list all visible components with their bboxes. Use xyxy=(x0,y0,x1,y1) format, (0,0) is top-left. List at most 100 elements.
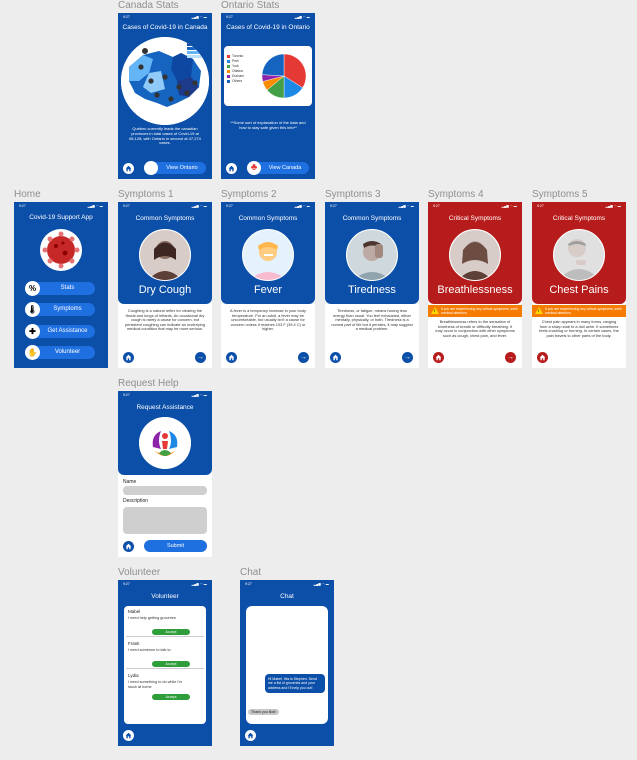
home-screen: 9:27 ▂▄▆ ◠ ▬ Covid-19 Support App % Stats… xyxy=(14,202,108,368)
accept-button[interactable]: Accept xyxy=(152,629,190,635)
home-icon xyxy=(125,732,132,739)
next-arrow-button[interactable]: → xyxy=(298,352,309,363)
symptom-description: A fever is a temporary increase in your … xyxy=(230,309,306,332)
symptom-category-title: Common Symptoms xyxy=(238,215,298,222)
symptoms3-label: Symptoms 3 xyxy=(325,189,381,200)
view-ontario-button[interactable]: View Ontario xyxy=(144,161,206,175)
home-icon xyxy=(435,354,442,361)
canada-map[interactable]: Canada xyxy=(121,37,209,125)
symptom-category-title: Critical Symptoms xyxy=(552,215,606,222)
home-icon xyxy=(125,165,132,172)
home-icon xyxy=(228,165,235,172)
volunteer-menu-button[interactable]: ✋ Volunteer xyxy=(25,345,95,360)
symptom-category-title: Common Symptoms xyxy=(135,215,195,222)
home-button[interactable] xyxy=(330,352,341,363)
accept-button[interactable]: Accept xyxy=(152,694,190,700)
critical-warning-banner: ! If you are experiencing any critical sy… xyxy=(428,305,522,317)
home-icon xyxy=(125,543,132,550)
percent-icon: % xyxy=(25,281,40,296)
request-title: Request Assistance xyxy=(136,404,194,411)
status-bar: 9:27 ▂▄▆ ◠ ▬ xyxy=(537,204,621,208)
next-arrow-button[interactable]: → xyxy=(505,352,516,363)
submit-button[interactable]: Submit xyxy=(144,540,207,552)
ontario-flag-icon xyxy=(144,161,158,175)
home-icon xyxy=(539,354,546,361)
symptom-title: Tiredness xyxy=(348,284,396,296)
home-button[interactable] xyxy=(433,352,444,363)
get-assistance-menu-button[interactable]: ✚ Get Assistance xyxy=(25,324,95,339)
home-button[interactable] xyxy=(537,352,548,363)
ontario-stats-label: Ontario Stats xyxy=(221,0,280,11)
next-arrow-button[interactable]: → xyxy=(402,352,413,363)
critical-warning-banner: ! If you are experiencing any critical sy… xyxy=(532,305,626,317)
legend-swatch xyxy=(227,65,230,68)
next-arrow-button[interactable]: → xyxy=(195,352,206,363)
home-button[interactable] xyxy=(226,352,237,363)
symptom-description: Tiredness, or fatigue, means having less… xyxy=(331,309,413,332)
maple-leaf-icon: ♣ xyxy=(247,161,261,175)
thermometer-icon: 🌡 xyxy=(25,302,40,317)
symptom-title: Breathlessness xyxy=(437,284,513,296)
status-bar: 9:27 ▂▄▆ ◠ ▬ xyxy=(19,204,103,208)
received-message: Thank you Bob! xyxy=(248,709,280,715)
hand-icon: ✋ xyxy=(25,345,40,360)
symptoms1-label: Symptoms 1 xyxy=(118,189,174,200)
home-button[interactable] xyxy=(123,541,134,552)
pie-chart xyxy=(261,53,307,99)
symptom-category-title: Critical Symptoms xyxy=(448,215,502,222)
home-button[interactable] xyxy=(123,730,134,741)
home-icon xyxy=(247,732,254,739)
home-button[interactable] xyxy=(226,163,237,174)
home-button[interactable] xyxy=(245,730,256,741)
symptoms-menu-button[interactable]: 🌡 Symptoms xyxy=(25,302,95,317)
arrow-right-icon: → xyxy=(404,354,411,361)
virus-icon xyxy=(40,229,82,271)
symptom-photo xyxy=(449,229,501,281)
name-input[interactable] xyxy=(123,486,207,495)
symptom-photo xyxy=(553,229,605,281)
arrow-right-icon: → xyxy=(507,354,514,361)
symptom-screen-3: 9:27 ▂▄▆ ◠ ▬ Common Symptoms Tiredness Tired… xyxy=(325,202,419,368)
helping-hands-logo xyxy=(139,417,191,469)
home-button[interactable] xyxy=(123,163,134,174)
symptom-screen-1: 9:27 ▂▄▆ ◠ ▬ Common Symptoms Dry Cough Cough… xyxy=(118,202,212,368)
description-input[interactable] xyxy=(123,507,207,534)
canada-stats-body: Québec currently leads the canadian prov… xyxy=(129,127,201,146)
stats-menu-button[interactable]: % Stats xyxy=(25,281,95,296)
chat-panel: Hi Mabel, this is Stephen. Send me a lis… xyxy=(246,606,328,724)
legend-label: Others xyxy=(232,79,243,83)
symptoms5-label: Symptoms 5 xyxy=(532,189,588,200)
list-item: Lydia I need something to do while I'm s… xyxy=(126,671,204,705)
plus-icon: ✚ xyxy=(25,324,40,339)
symptoms4-label: Symptoms 4 xyxy=(428,189,484,200)
volunteer-list: Mabel I need help getting groceries Acce… xyxy=(124,606,206,724)
canada-stats-label: Canada Stats xyxy=(118,0,179,11)
symptom-photo xyxy=(139,229,191,281)
pie-legend: Toronto Peel York Ottawa Durham Others xyxy=(227,54,259,84)
volunteer-screen: 9:27 ▂▄▆ ◠ ▬ Volunteer Mabel I need help … xyxy=(118,580,212,746)
request-help-label: Request Help xyxy=(118,378,179,389)
status-bar: 9:27 ▂▄▆ ◠ ▬ xyxy=(330,204,414,208)
view-canada-button[interactable]: ♣ View Canada xyxy=(247,161,309,175)
symptom-photo xyxy=(242,229,294,281)
legend-swatch xyxy=(227,70,230,73)
symptom-screen-4: 9:27 ▂▄▆ ◠ ▬ Critical Symptoms Breathlessne… xyxy=(428,202,522,368)
status-bar: 9:27 ▂▄▆ ◠ ▬ xyxy=(226,204,310,208)
legend-swatch xyxy=(227,75,230,78)
name-label: Name xyxy=(123,479,137,485)
status-bar: 9:27 ▂▄▆ ◠ ▬ xyxy=(123,582,207,586)
ontario-stats-body: **Some sort of explanation of the data a… xyxy=(230,121,306,130)
arrow-right-icon: → xyxy=(197,354,204,361)
home-icon xyxy=(125,354,132,361)
chat-screen: 9:27 ▂▄▆ ◠ ▬ Chat Hi Mabel, this is Steph… xyxy=(240,580,334,746)
accept-button[interactable]: Accept xyxy=(152,661,190,667)
chat-label: Chat xyxy=(240,567,262,578)
symptom-title: Dry Cough xyxy=(138,284,192,296)
home-button[interactable] xyxy=(123,352,134,363)
arrow-right-icon: → xyxy=(300,354,307,361)
volunteer-title: Volunteer xyxy=(151,593,179,600)
list-item: Frank I need someone to talk to Accept xyxy=(126,639,204,669)
legend-swatch xyxy=(227,80,230,83)
status-bar: 9:27 ▂▄▆ ◠ ▬ xyxy=(123,393,207,397)
request-help-screen: 9:27 ▂▄▆ ◠ ▬ Request Assistance Name Desc… xyxy=(118,391,212,557)
